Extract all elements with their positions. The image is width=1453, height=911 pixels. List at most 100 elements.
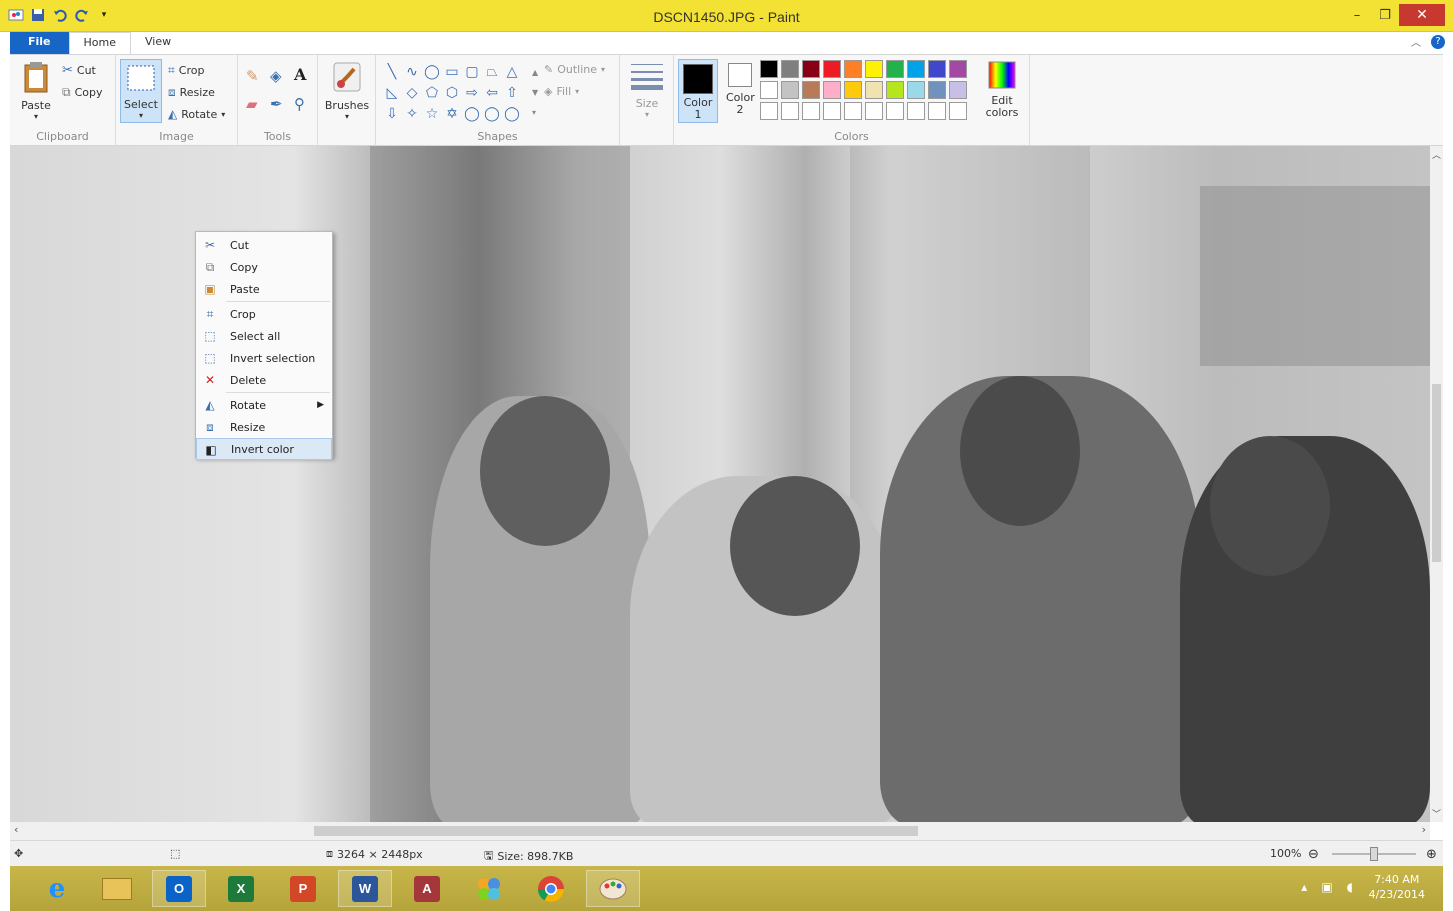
color-swatch[interactable] (823, 60, 841, 78)
shape-option[interactable]: ✧ (402, 103, 422, 124)
magnifier-icon[interactable]: ⚲ (294, 95, 305, 113)
paste-button[interactable]: Paste ▾ (16, 61, 56, 121)
zoom-slider-knob[interactable] (1370, 847, 1378, 861)
shape-option[interactable]: ∿ (402, 61, 422, 82)
network-icon[interactable]: ▣ (1321, 880, 1332, 894)
shape-option[interactable]: ☆ (422, 103, 442, 124)
word-icon[interactable]: W (338, 870, 392, 907)
color-swatch[interactable] (928, 60, 946, 78)
zoom-slider[interactable] (1332, 847, 1416, 861)
horizontal-scroll-thumb[interactable] (314, 826, 918, 836)
color-swatch[interactable] (907, 60, 925, 78)
color-swatch[interactable] (823, 102, 841, 120)
shape-option[interactable]: △ (502, 61, 522, 82)
menu-item-invert-selection[interactable]: ⬚ Invert selection (196, 347, 332, 369)
paint-taskbar-icon[interactable] (586, 870, 640, 907)
shape-option[interactable]: ◯ (502, 103, 522, 124)
access-icon[interactable]: A (400, 870, 454, 907)
tab-home[interactable]: Home (68, 32, 131, 54)
zoom-out-button[interactable]: ⊖ (1308, 847, 1319, 862)
shape-option[interactable]: ◺ (382, 82, 402, 103)
shape-option[interactable]: ▭ (442, 61, 462, 82)
file-explorer-icon[interactable] (90, 870, 144, 907)
restore-button[interactable]: ❐ (1371, 4, 1399, 26)
horizontal-scrollbar[interactable]: ‹ › (10, 822, 1430, 840)
color-swatch[interactable] (928, 102, 946, 120)
color-swatch[interactable] (802, 60, 820, 78)
edit-colors-button[interactable]: Edit colors (980, 61, 1024, 119)
menu-item-invert-color[interactable]: ◧ Invert color (196, 438, 332, 460)
shape-option[interactable]: ╲ (382, 61, 402, 82)
color-swatch[interactable] (865, 81, 883, 99)
zoom-in-button[interactable]: ⊕ (1426, 847, 1437, 862)
copy-button[interactable]: ⧉ Copy (62, 85, 102, 100)
color-swatch[interactable] (844, 102, 862, 120)
shape-option[interactable]: ⇩ (382, 103, 402, 124)
shape-option[interactable]: ◇ (402, 82, 422, 103)
shape-option[interactable]: ⇧ (502, 82, 522, 103)
color-swatch[interactable] (844, 81, 862, 99)
show-hidden-icons-icon[interactable]: ▴ (1301, 880, 1307, 894)
color-swatch[interactable] (802, 81, 820, 99)
select-button[interactable]: Select ▾ (120, 59, 162, 123)
scroll-down-arrow-icon[interactable]: ﹀ (1432, 807, 1441, 820)
color-swatch[interactable] (823, 81, 841, 99)
color-swatch[interactable] (949, 81, 967, 99)
internet-explorer-icon[interactable]: e (30, 870, 84, 907)
shape-option[interactable]: ▢ (462, 61, 482, 82)
rotate-button[interactable]: ◭ Rotate ▾ (168, 107, 225, 121)
menu-item-crop[interactable]: ⌗ Crop (196, 303, 332, 325)
minimize-ribbon-icon[interactable]: ︿ (1411, 34, 1421, 49)
color-swatch[interactable] (802, 102, 820, 120)
vertical-scrollbar[interactable]: ︿ ﹀ (1430, 146, 1443, 822)
shape-option[interactable]: ⇦ (482, 82, 502, 103)
crop-button[interactable]: ⌗ Crop (168, 63, 204, 78)
drawing-canvas[interactable]: ✂ Cut ⧉ Copy ▣ Paste ⌗ Crop ⬚ Select all… (10, 146, 1430, 822)
color1-button[interactable]: Color 1 (678, 59, 718, 123)
menu-item-rotate[interactable]: ◭ Rotate ▶ (196, 394, 332, 416)
color-picker-icon[interactable]: ✒ (270, 95, 283, 113)
menu-item-paste[interactable]: ▣ Paste (196, 278, 332, 300)
shape-option[interactable]: ◯ (462, 103, 482, 124)
shapes-scroll[interactable]: ▲ ▼ ▾ (532, 63, 538, 123)
help-icon[interactable]: ? (1431, 34, 1445, 49)
color-swatch[interactable] (781, 102, 799, 120)
shape-option[interactable]: ⇨ (462, 82, 482, 103)
clock[interactable]: 7:40 AM 4/23/2014 (1369, 872, 1425, 902)
fill-bucket-icon[interactable]: ◈ (270, 67, 282, 85)
outline-button[interactable]: ✎ Outline ▾ (544, 63, 605, 76)
brushes-button[interactable]: Brushes ▾ (324, 61, 370, 121)
scroll-right-arrow-icon[interactable]: › (1422, 823, 1426, 836)
resize-button[interactable]: ⧈ Resize (168, 85, 215, 100)
color-swatch[interactable] (781, 81, 799, 99)
color-swatch[interactable] (781, 60, 799, 78)
color-swatch[interactable] (886, 60, 904, 78)
minimize-button[interactable]: – (1343, 4, 1371, 26)
color-swatch[interactable] (865, 60, 883, 78)
scroll-up-arrow-icon[interactable]: ︿ (1432, 148, 1441, 161)
tab-view[interactable]: View (131, 32, 185, 54)
color-swatch[interactable] (760, 102, 778, 120)
menu-item-resize[interactable]: ⧈ Resize (196, 416, 332, 438)
cut-button[interactable]: ✂ Cut (62, 63, 96, 78)
shape-option[interactable]: ⬠ (422, 82, 442, 103)
color-swatch[interactable] (886, 102, 904, 120)
size-button[interactable]: Size ▾ (628, 61, 666, 119)
shape-option[interactable]: ⬡ (442, 82, 462, 103)
color-swatch[interactable] (949, 60, 967, 78)
menu-item-delete[interactable]: ✕ Delete (196, 369, 332, 391)
vertical-scroll-thumb[interactable] (1432, 384, 1441, 562)
chrome-icon[interactable] (524, 870, 578, 907)
shape-option[interactable]: ◯ (422, 61, 442, 82)
eraser-icon[interactable]: ▰ (246, 95, 258, 113)
color-swatch[interactable] (949, 102, 967, 120)
outlook-icon[interactable]: O (152, 870, 206, 907)
menu-item-select-all[interactable]: ⬚ Select all (196, 325, 332, 347)
volume-icon[interactable]: ◖ (1347, 880, 1353, 894)
pencil-icon[interactable]: ✎ (246, 67, 259, 85)
color2-button[interactable]: Color 2 (722, 63, 758, 116)
menu-item-cut[interactable]: ✂ Cut (196, 234, 332, 256)
photo-gallery-icon[interactable] (462, 870, 516, 907)
color-swatch[interactable] (865, 102, 883, 120)
color-swatch[interactable] (907, 81, 925, 99)
